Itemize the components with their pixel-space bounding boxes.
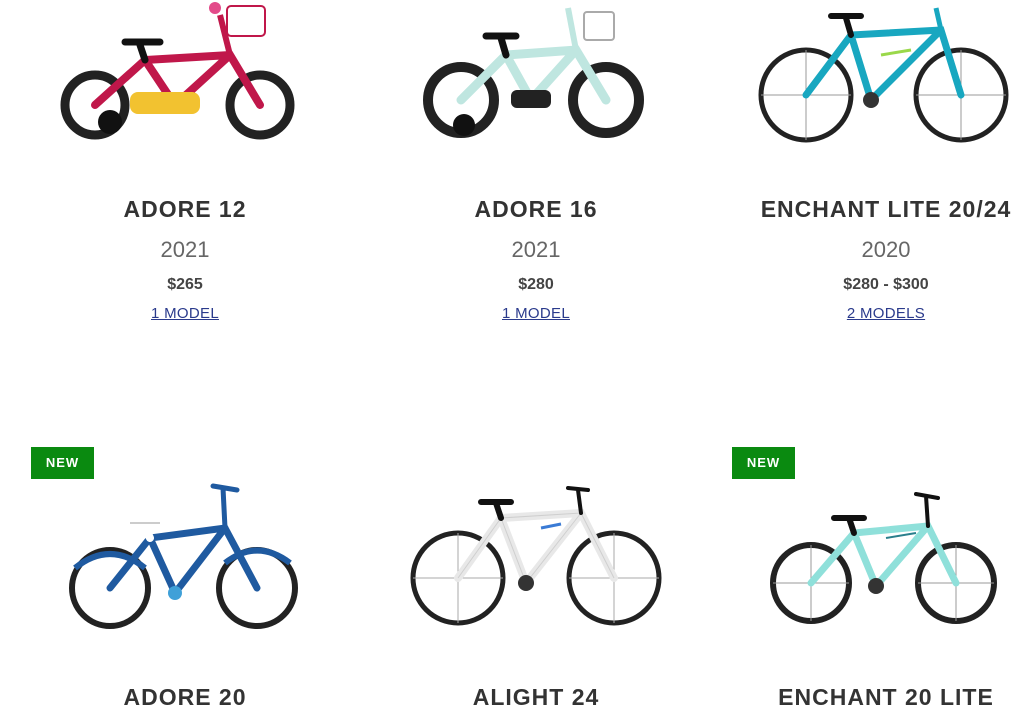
product-grid: ADORE 12 2021 $265 1 MODEL ADORE 16 2021… — [0, 0, 1024, 717]
models-link[interactable]: 2 MODELS — [716, 305, 1024, 322]
product-title[interactable]: ADORE 16 — [366, 196, 706, 223]
models-link[interactable]: 1 MODEL — [366, 305, 706, 322]
models-link[interactable]: 1 MODEL — [15, 305, 355, 322]
product-price: $265 — [167, 276, 203, 293]
product-title[interactable]: ENCHANT LITE 20/24 — [716, 196, 1024, 223]
product-year: 2020 — [861, 237, 911, 262]
product-year: 2021 — [511, 237, 561, 262]
product-title[interactable]: ENCHANT 20 LITE — [716, 684, 1024, 711]
bicycle-icon[interactable] — [716, 0, 1024, 160]
product-title[interactable]: ADORE 20 — [15, 684, 355, 711]
bicycle-icon[interactable] — [716, 478, 1024, 638]
product-price: $280 - $300 — [843, 276, 929, 293]
product-title[interactable]: ADORE 12 — [15, 196, 355, 223]
bicycle-icon[interactable] — [366, 0, 706, 160]
product-price: $280 — [518, 276, 554, 293]
new-badge: NEW — [732, 447, 795, 479]
bicycle-icon[interactable] — [15, 0, 355, 160]
bicycle-icon[interactable] — [15, 478, 355, 638]
bicycle-icon[interactable] — [366, 478, 706, 638]
product-title[interactable]: ALIGHT 24 — [366, 684, 706, 711]
product-year: 2021 — [160, 237, 210, 262]
new-badge: NEW — [31, 447, 94, 479]
